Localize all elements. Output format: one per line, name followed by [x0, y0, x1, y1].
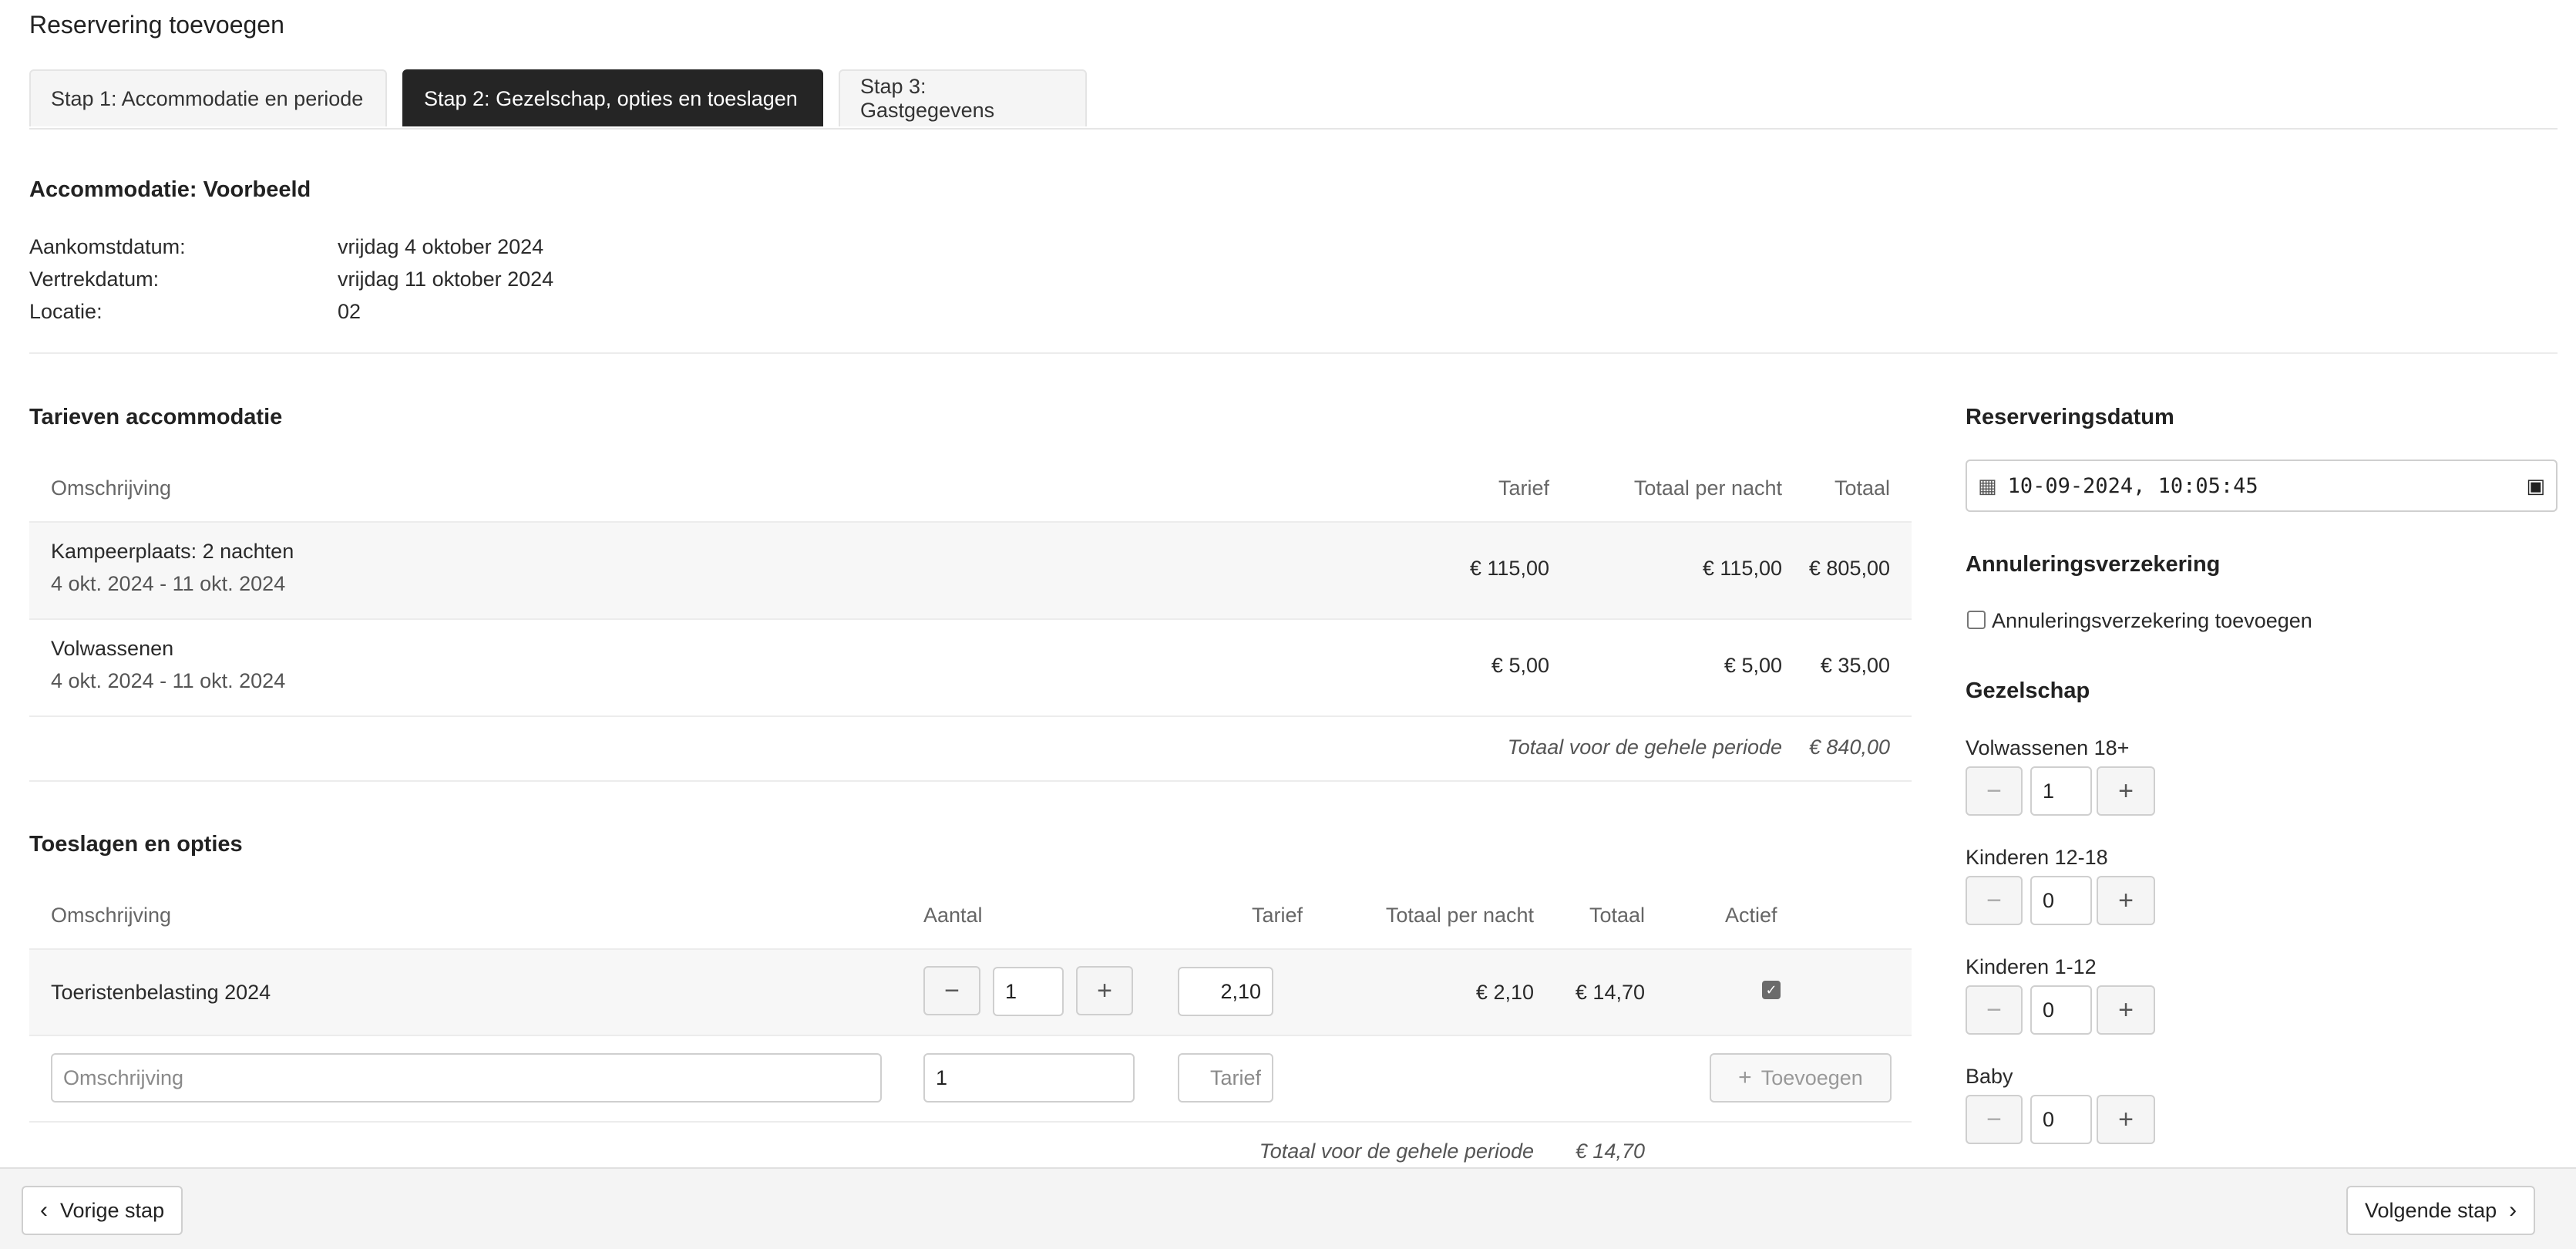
rate-input[interactable]: 2,10: [1178, 967, 1273, 1016]
location-value: 02: [338, 300, 362, 323]
reservation-date-input[interactable]: ▦ 10-09-2024, 10:05:45 ▣: [1966, 460, 2558, 512]
column-header: Aantal: [923, 904, 983, 927]
rate-value: € 5,00: [1491, 654, 1549, 677]
tab-step-2[interactable]: Stap 2: Gezelschap, opties en toeslagen: [402, 69, 823, 126]
accommodation-heading: Accommodatie: Voorbeeld: [29, 177, 311, 202]
party-heading: Gezelschap: [1966, 678, 2090, 703]
rate-placeholder: Tarief: [1209, 1066, 1261, 1089]
party-count-input[interactable]: 1: [2030, 766, 2092, 816]
next-step-button[interactable]: Volgende stap ›: [2346, 1186, 2536, 1235]
column-header: Tarief: [1251, 904, 1303, 927]
calendar-picker-icon[interactable]: ▣: [2526, 474, 2545, 498]
rate-period: 4 okt. 2024 - 11 okt. 2024: [51, 669, 286, 692]
rate-total: € 35,00: [1820, 654, 1890, 677]
table-row: Volwassenen 4 okt. 2024 - 11 okt. 2024 €…: [29, 620, 1912, 715]
add-button-label: Toevoegen: [1760, 1066, 1863, 1089]
column-header: Totaal per nacht: [1633, 476, 1782, 500]
rate-description: Volwassenen: [51, 637, 174, 660]
reservation-date-heading: Reserveringsdatum: [1966, 405, 2174, 429]
rates-heading: Tarieven accommodatie: [29, 405, 283, 429]
surcharges-total-label: Totaal voor de gehele periode: [1259, 1140, 1534, 1163]
step-tabs: Stap 1: Accommodatie en periode Stap 2: …: [29, 69, 2558, 130]
departure-value: vrijdag 11 oktober 2024: [338, 268, 554, 291]
column-header: Totaal: [1589, 904, 1645, 927]
new-surcharge-row: Omschrijving 1 Tarief + Toevoegen: [29, 1036, 1912, 1121]
chevron-left-icon: ‹: [40, 1197, 48, 1223]
rate-per-night: € 5,00: [1723, 654, 1782, 677]
surcharge-description: Toeristenbelasting 2024: [51, 981, 271, 1004]
description-placeholder: Omschrijving: [63, 1066, 184, 1089]
rate-description: Kampeerplaats: 2 nachten: [51, 540, 294, 563]
tab-step-3[interactable]: Stap 3: Gastgegevens: [839, 69, 1087, 126]
decrement-button[interactable]: −: [1966, 876, 2023, 925]
previous-step-label: Vorige stap: [60, 1198, 165, 1222]
column-header: Totaal: [1834, 476, 1890, 500]
rate-input[interactable]: Tarief: [1178, 1053, 1273, 1103]
rate-value: € 115,00: [1469, 557, 1549, 580]
party-count-input[interactable]: 0: [2030, 985, 2092, 1035]
rates-total-label: Totaal voor de gehele periode: [1507, 736, 1782, 759]
rates-table: Omschrijving Tarief Totaal per nacht Tot…: [29, 463, 1912, 782]
increment-button[interactable]: +: [2097, 1095, 2155, 1144]
surcharge-per-night: € 2,10: [1475, 981, 1534, 1004]
next-step-label: Volgende stap: [2365, 1198, 2497, 1222]
page-title: Reservering toevoegen: [29, 11, 284, 39]
departure-label: Vertrekdatum:: [29, 268, 160, 291]
surcharges-table: Omschrijving Aantal Tarief Totaal per na…: [29, 890, 1912, 1167]
party-count-input[interactable]: 0: [2030, 876, 2092, 925]
decrement-button[interactable]: −: [1966, 985, 2023, 1035]
party-label: Baby: [1966, 1065, 2013, 1088]
increment-button[interactable]: +: [2097, 766, 2155, 816]
footer-bar: ‹ Vorige stap Volgende stap ›: [0, 1167, 2576, 1249]
quantity-input[interactable]: 1: [923, 1053, 1135, 1103]
column-header: Omschrijving: [51, 904, 172, 927]
insurance-label[interactable]: Annuleringsverzekering toevoegen: [1992, 609, 2312, 633]
increment-button[interactable]: +: [1076, 966, 1133, 1015]
reservation-date-value: 10-09-2024, 10:05:45: [2007, 473, 2258, 498]
description-input[interactable]: Omschrijving: [51, 1053, 882, 1103]
surcharge-total: € 14,70: [1575, 981, 1645, 1004]
add-button[interactable]: + Toevoegen: [1710, 1053, 1892, 1103]
tab-step-1[interactable]: Stap 1: Accommodatie en periode: [29, 69, 387, 126]
rate-per-night: € 115,00: [1702, 557, 1782, 580]
decrement-button[interactable]: −: [1966, 1095, 2023, 1144]
active-checkbox[interactable]: ✓: [1762, 981, 1781, 999]
party-count-input[interactable]: 0: [2030, 1095, 2092, 1144]
arrival-value: vrijdag 4 oktober 2024: [338, 235, 544, 258]
surcharges-heading: Toeslagen en opties: [29, 832, 243, 857]
increment-button[interactable]: +: [2097, 876, 2155, 925]
column-header: Tarief: [1498, 476, 1549, 500]
table-row: Toeristenbelasting 2024 − 1 + 2,10 € 2,1…: [29, 950, 1912, 1035]
column-header: Actief: [1725, 904, 1777, 927]
decrement-button[interactable]: −: [923, 966, 980, 1015]
party-label: Volwassenen 18+: [1966, 736, 2130, 759]
insurance-heading: Annuleringsverzekering: [1966, 552, 2221, 577]
quantity-input[interactable]: 1: [993, 967, 1064, 1016]
table-row: Kampeerplaats: 2 nachten 4 okt. 2024 - 1…: [29, 523, 1912, 618]
party-label: Kinderen 1-12: [1966, 955, 2097, 978]
chevron-right-icon: ›: [2509, 1197, 2517, 1223]
previous-step-button[interactable]: ‹ Vorige stap: [22, 1186, 183, 1235]
increment-button[interactable]: +: [2097, 985, 2155, 1035]
arrival-label: Aankomstdatum:: [29, 235, 186, 258]
surcharges-total-value: € 14,70: [1575, 1140, 1645, 1163]
rates-total-value: € 840,00: [1808, 736, 1890, 759]
column-header: Omschrijving: [51, 476, 172, 500]
party-label: Kinderen 12-18: [1966, 846, 2108, 869]
decrement-button[interactable]: −: [1966, 766, 2023, 816]
rate-total: € 805,00: [1808, 557, 1890, 580]
location-label: Locatie:: [29, 300, 103, 323]
column-header: Totaal per nacht: [1385, 904, 1534, 927]
rate-period: 4 okt. 2024 - 11 okt. 2024: [51, 572, 286, 595]
plus-icon: +: [1738, 1065, 1752, 1090]
insurance-checkbox[interactable]: [1967, 611, 1986, 629]
divider: [29, 352, 2558, 354]
calendar-icon: ▦: [1978, 473, 1997, 497]
